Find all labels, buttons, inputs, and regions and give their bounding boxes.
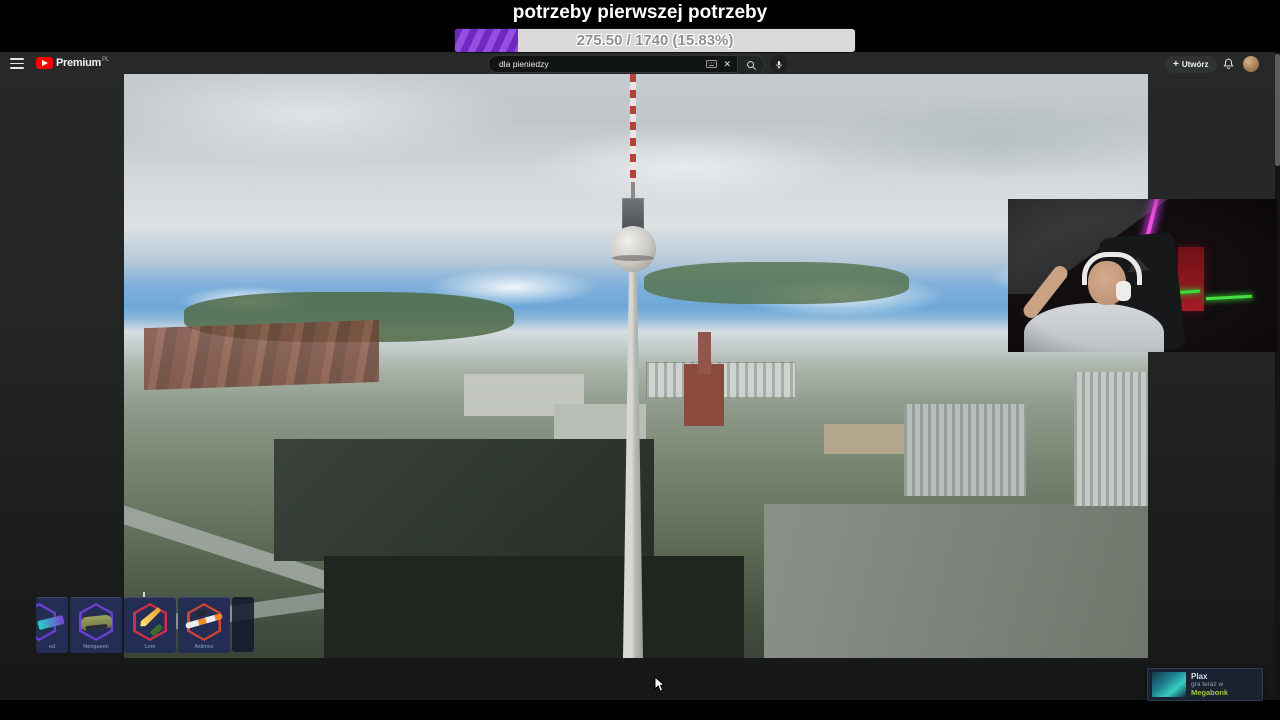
- clear-search-icon[interactable]: ✕: [723, 59, 731, 70]
- tv-tower-antenna: [630, 74, 636, 182]
- friend-name: Plax: [1191, 671, 1208, 681]
- game-name: Megabonk: [1191, 687, 1229, 697]
- search-box[interactable]: ✕: [488, 55, 738, 73]
- goal-title: potrzeby pierwszej potrzeby: [512, 2, 768, 23]
- plus-icon: +: [1173, 58, 1179, 70]
- mouse-cursor: [654, 676, 666, 692]
- premium-label: Premium: [56, 57, 101, 69]
- page-scrollbar[interactable]: [1275, 52, 1280, 700]
- tv-tower-sphere: [610, 226, 656, 272]
- menu-icon: [10, 58, 24, 60]
- stream-screen: Premium PL ✕ + Utwórz: [0, 0, 1280, 720]
- account-avatar[interactable]: [1243, 56, 1259, 72]
- search-button[interactable]: [738, 55, 765, 75]
- webcam-overlay: [1008, 199, 1277, 352]
- create-label: Utwórz: [1181, 60, 1209, 69]
- search-icon: [746, 60, 756, 70]
- video-player[interactable]: [124, 74, 1148, 658]
- skin-card: ed: [36, 597, 68, 653]
- bell-icon: [1223, 58, 1234, 69]
- menu-button[interactable]: [10, 58, 24, 69]
- voice-search-button[interactable]: [770, 55, 788, 73]
- youtube-play-icon: [36, 57, 53, 69]
- steam-friend-notification: Plax gra teraz w Megabonk: [1147, 668, 1263, 701]
- create-button[interactable]: + Utwórz: [1165, 56, 1217, 73]
- scrollbar-thumb[interactable]: [1275, 54, 1280, 166]
- skin-card: Neoqueen: [70, 597, 122, 653]
- region-label: PL: [101, 57, 110, 63]
- notifications-button[interactable]: [1222, 57, 1235, 70]
- microphone-icon: [776, 60, 782, 68]
- case-opening-overlay: ed Neoqueen Lore Asiimov: [36, 597, 254, 658]
- skin-card: Asiimov: [178, 597, 230, 653]
- game-thumbnail: [1152, 672, 1186, 697]
- keyboard-icon: [706, 60, 718, 68]
- goal-progress-bar: 275.50 / 1740 (15.83%): [455, 29, 855, 52]
- youtube-premium-logo[interactable]: Premium PL: [36, 56, 109, 70]
- skin-card: Lore: [124, 597, 176, 653]
- goal-progress-text: 275.50 / 1740 (15.83%): [576, 32, 734, 49]
- search-input[interactable]: [499, 59, 707, 69]
